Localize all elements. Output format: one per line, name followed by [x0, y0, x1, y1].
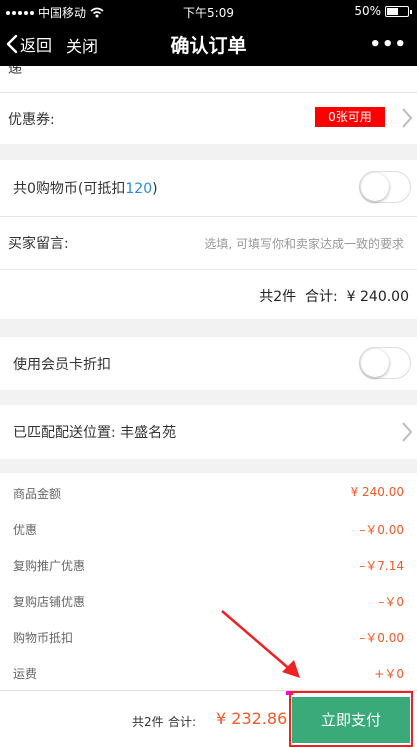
chevron-left-icon — [6, 34, 18, 54]
nav-bar: 返回 关闭 确认订单 ••• — [0, 22, 417, 66]
checkout-total-label: 合计: — [168, 715, 197, 729]
status-bar: 中国移动 下午5:09 50% — [0, 0, 417, 22]
battery-info: 50% — [354, 4, 412, 18]
checkout-count: 共2件 — [132, 715, 164, 729]
battery-icon — [385, 5, 412, 17]
more-menu-button[interactable]: ••• — [369, 34, 407, 55]
order-content: 递 优惠券: 0张可用 共0购物币(可抵扣120) 买家留言: 选填, 可填写你… — [0, 66, 417, 690]
annotation-arrow — [221, 610, 300, 678]
back-label: 返回 — [20, 36, 53, 55]
back-button[interactable]: 返回 — [6, 32, 52, 56]
checkout-bar: 共2件 合计: ¥ 232.86 立即支付 — [0, 690, 417, 747]
page-title: 确认订单 — [170, 35, 247, 57]
checkout-total: ¥ 232.86 — [216, 709, 288, 728]
close-button[interactable]: 关闭 — [66, 33, 98, 57]
highlight-box — [289, 691, 413, 747]
battery-percent: 50% — [354, 4, 381, 18]
